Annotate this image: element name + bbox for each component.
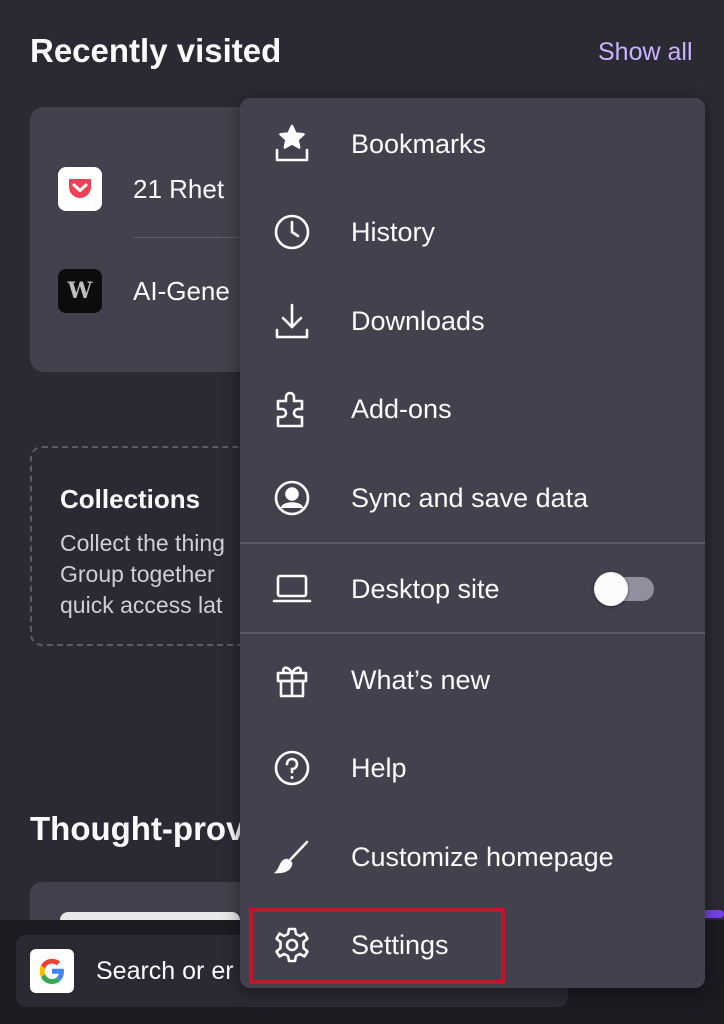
recent-item-label: 21 Rhet [133, 173, 225, 204]
bookmark-star-icon [272, 124, 312, 164]
collections-description-line: Collect the thing [60, 530, 225, 556]
laptop-icon [272, 569, 312, 609]
w-logo-icon: W [58, 269, 102, 313]
menu-separator [240, 632, 705, 634]
toggle-knob [594, 572, 628, 606]
menu-item-label: History [351, 216, 436, 247]
gift-icon [272, 660, 312, 700]
menu-item-customize-homepage[interactable]: Customize homepage [240, 813, 705, 901]
desktop-site-toggle[interactable] [594, 572, 654, 606]
menu-item-label: Add-ons [351, 393, 452, 424]
google-logo-icon [30, 949, 74, 993]
menu-item-addons[interactable]: Add-ons [240, 365, 705, 453]
collections-description-line: quick access lat [60, 592, 223, 618]
download-icon [272, 301, 312, 341]
account-icon [272, 478, 312, 518]
menu-item-label: Customize homepage [351, 841, 614, 872]
pocket-icon [58, 167, 102, 211]
help-icon [272, 748, 312, 788]
menu-separator [240, 542, 705, 544]
overflow-menu: Bookmarks History Downloads Add-ons Sync… [240, 98, 705, 988]
menu-item-whats-new[interactable]: What’s new [240, 636, 705, 724]
menu-item-label: Help [351, 752, 407, 783]
collections-title: Collections [60, 484, 201, 514]
recent-item-label: AI-Gene [133, 275, 230, 306]
menu-item-downloads[interactable]: Downloads [240, 277, 705, 365]
menu-item-label: Desktop site [351, 573, 500, 604]
menu-item-help[interactable]: Help [240, 724, 705, 812]
settings-highlight-box [249, 908, 505, 984]
puzzle-icon [272, 389, 312, 429]
menu-item-desktop-site[interactable]: Desktop site [240, 545, 705, 633]
menu-item-history[interactable]: History [240, 188, 705, 276]
thought-provoking-title: Thought-prov [30, 810, 245, 847]
collections-description-line: Group together [60, 561, 215, 587]
menu-item-sync[interactable]: Sync and save data [240, 454, 705, 542]
menu-item-label: Sync and save data [351, 482, 589, 513]
menu-item-label: What’s new [351, 664, 491, 695]
paintbrush-icon [272, 837, 312, 877]
recent-item-ai[interactable]: W AI-Gene [30, 269, 230, 313]
clock-icon [272, 212, 312, 252]
show-all-link[interactable]: Show all [598, 38, 693, 67]
recent-item-pocket[interactable]: 21 Rhet [30, 167, 224, 211]
recently-visited-title: Recently visited [30, 32, 282, 69]
menu-item-bookmarks[interactable]: Bookmarks [240, 100, 705, 188]
menu-item-label: Bookmarks [351, 128, 487, 159]
menu-item-label: Downloads [351, 305, 485, 336]
search-placeholder: Search or er [96, 957, 234, 985]
